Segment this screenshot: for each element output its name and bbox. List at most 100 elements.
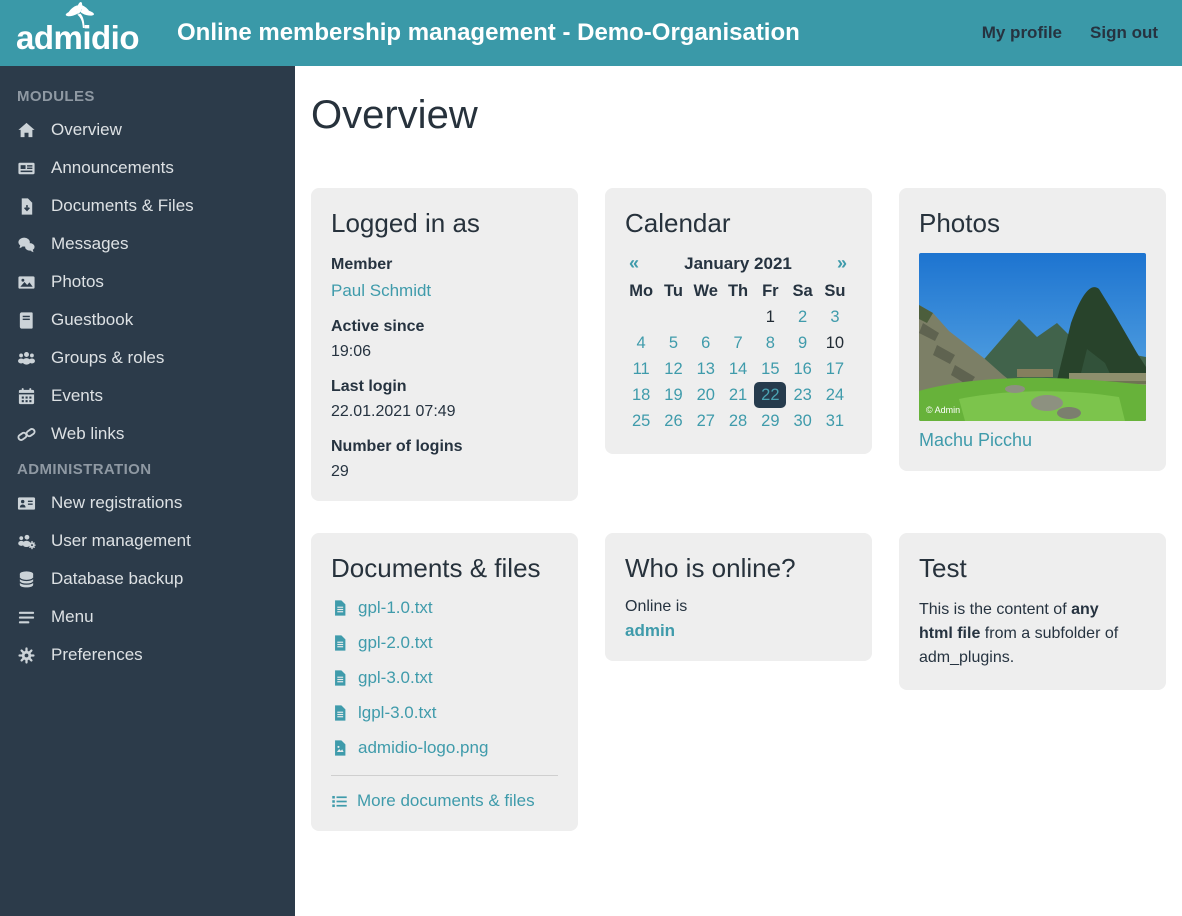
calendar-day[interactable]: 18 [625, 382, 657, 408]
field-label-member: Member [331, 256, 558, 274]
calendar-day[interactable]: 3 [819, 304, 851, 330]
file-link[interactable]: gpl-1.0.txt [331, 598, 558, 618]
calendar-day[interactable]: 28 [722, 408, 754, 434]
calendar-next-button[interactable]: » [837, 253, 847, 274]
comments-icon [17, 235, 36, 254]
online-user-link[interactable]: admin [625, 621, 852, 641]
calendar-day[interactable]: 19 [657, 382, 689, 408]
calendar-day[interactable]: 7 [722, 330, 754, 356]
calendar-day[interactable]: 30 [786, 408, 818, 434]
file-download-icon [17, 197, 36, 216]
sign-out-link[interactable]: Sign out [1090, 23, 1158, 43]
calendar-day-selected[interactable]: 22 [754, 382, 786, 408]
calendar-day[interactable]: 25 [625, 408, 657, 434]
calendar-empty-cell [690, 304, 722, 330]
calendar-day[interactable]: 4 [625, 330, 657, 356]
header-nav: My profile Sign out [982, 23, 1158, 43]
divider [331, 775, 558, 776]
sidebar-item-overview[interactable]: Overview [0, 111, 295, 149]
gear-icon [17, 646, 36, 665]
dashboard-grid: Logged in as Member Paul Schmidt Active … [311, 188, 1182, 831]
admidio-logo[interactable]: admidio [16, 13, 139, 54]
file-name: lgpl-3.0.txt [358, 703, 436, 723]
file-link[interactable]: gpl-2.0.txt [331, 633, 558, 653]
newspaper-icon [17, 159, 36, 178]
database-icon [17, 570, 36, 589]
calendar-day[interactable]: 26 [657, 408, 689, 434]
calendar-empty-cell [657, 304, 689, 330]
number-of-logins-value: 29 [331, 463, 558, 481]
card-who-is-online: Who is online? Online is admin [605, 533, 872, 661]
palm-tree-icon [60, 2, 104, 28]
sidebar-item-web-links[interactable]: Web links [0, 415, 295, 453]
card-documents-files: Documents & files gpl-1.0.txt gpl-2.0.tx… [311, 533, 578, 831]
sidebar-item-messages[interactable]: Messages [0, 225, 295, 263]
sidebar-item-events[interactable]: Events [0, 377, 295, 415]
sidebar-item-label: New registrations [51, 493, 182, 513]
more-documents-link[interactable]: More documents & files [331, 791, 558, 811]
calendar-day[interactable]: 13 [690, 356, 722, 382]
app-header: admidio Online membership management - D… [0, 0, 1182, 66]
image-icon [17, 273, 36, 292]
calendar-day[interactable]: 6 [690, 330, 722, 356]
calendar-day[interactable]: 27 [690, 408, 722, 434]
calendar-day[interactable]: 2 [786, 304, 818, 330]
link-icon [17, 425, 36, 444]
card-logged-in-as: Logged in as Member Paul Schmidt Active … [311, 188, 578, 501]
file-link[interactable]: lgpl-3.0.txt [331, 703, 558, 723]
sidebar-item-database-backup[interactable]: Database backup [0, 560, 295, 598]
app-title: Online membership management - Demo-Orga… [177, 19, 982, 47]
last-login-value: 22.01.2021 07:49 [331, 403, 558, 421]
calendar-icon [17, 387, 36, 406]
calendar-day[interactable]: 9 [786, 330, 818, 356]
card-photos: Photos [899, 188, 1166, 471]
calendar-day[interactable]: 8 [754, 330, 786, 356]
calendar-day[interactable]: 15 [754, 356, 786, 382]
file-name: gpl-2.0.txt [358, 633, 433, 653]
more-documents-label: More documents & files [357, 791, 535, 811]
calendar-day[interactable]: 21 [722, 382, 754, 408]
main-content: Overview Logged in as Member Paul Schmid… [295, 66, 1182, 916]
card-title: Logged in as [331, 208, 558, 239]
file-image-icon [331, 739, 349, 757]
sidebar-item-label: Events [51, 386, 103, 406]
sidebar-item-menu[interactable]: Menu [0, 598, 295, 636]
calendar-day[interactable]: 5 [657, 330, 689, 356]
sidebar-item-new-registrations[interactable]: New registrations [0, 484, 295, 522]
calendar-day[interactable]: 29 [754, 408, 786, 434]
calendar-day[interactable]: 31 [819, 408, 851, 434]
sidebar-item-label: Groups & roles [51, 348, 164, 368]
calendar-day[interactable]: 12 [657, 356, 689, 382]
sidebar-item-announcements[interactable]: Announcements [0, 149, 295, 187]
sidebar-item-groups-roles[interactable]: Groups & roles [0, 339, 295, 377]
sidebar-item-documents-files[interactable]: Documents & Files [0, 187, 295, 225]
book-icon [17, 311, 36, 330]
calendar-day[interactable]: 14 [722, 356, 754, 382]
photo-caption-link[interactable]: Machu Picchu [919, 430, 1146, 451]
sidebar-item-label: Preferences [51, 645, 143, 665]
member-name-link[interactable]: Paul Schmidt [331, 281, 431, 300]
sidebar-item-preferences[interactable]: Preferences [0, 636, 295, 674]
file-link[interactable]: gpl-3.0.txt [331, 668, 558, 688]
sidebar-item-photos[interactable]: Photos [0, 263, 295, 301]
sidebar-item-label: Photos [51, 272, 104, 292]
calendar-prev-button[interactable]: « [629, 253, 639, 274]
sidebar-item-guestbook[interactable]: Guestbook [0, 301, 295, 339]
calendar-day[interactable]: 20 [690, 382, 722, 408]
photo-thumbnail[interactable]: © Admin [919, 253, 1146, 421]
card-title: Photos [919, 208, 1146, 239]
calendar-day[interactable]: 16 [786, 356, 818, 382]
calendar-day[interactable]: 23 [786, 382, 818, 408]
calendar-day[interactable]: 17 [819, 356, 851, 382]
calendar-empty-cell [722, 304, 754, 330]
file-list: gpl-1.0.txt gpl-2.0.txt gpl-3.0.txt lgpl… [331, 598, 558, 758]
page-title: Overview [311, 92, 1182, 138]
card-title: Test [919, 553, 1146, 584]
calendar-day[interactable]: 24 [819, 382, 851, 408]
home-icon [17, 121, 36, 140]
calendar-day[interactable]: 11 [625, 356, 657, 382]
file-link[interactable]: admidio-logo.png [331, 738, 558, 758]
online-is-label: Online is [625, 598, 852, 616]
my-profile-link[interactable]: My profile [982, 23, 1062, 43]
sidebar-item-user-management[interactable]: User management [0, 522, 295, 560]
